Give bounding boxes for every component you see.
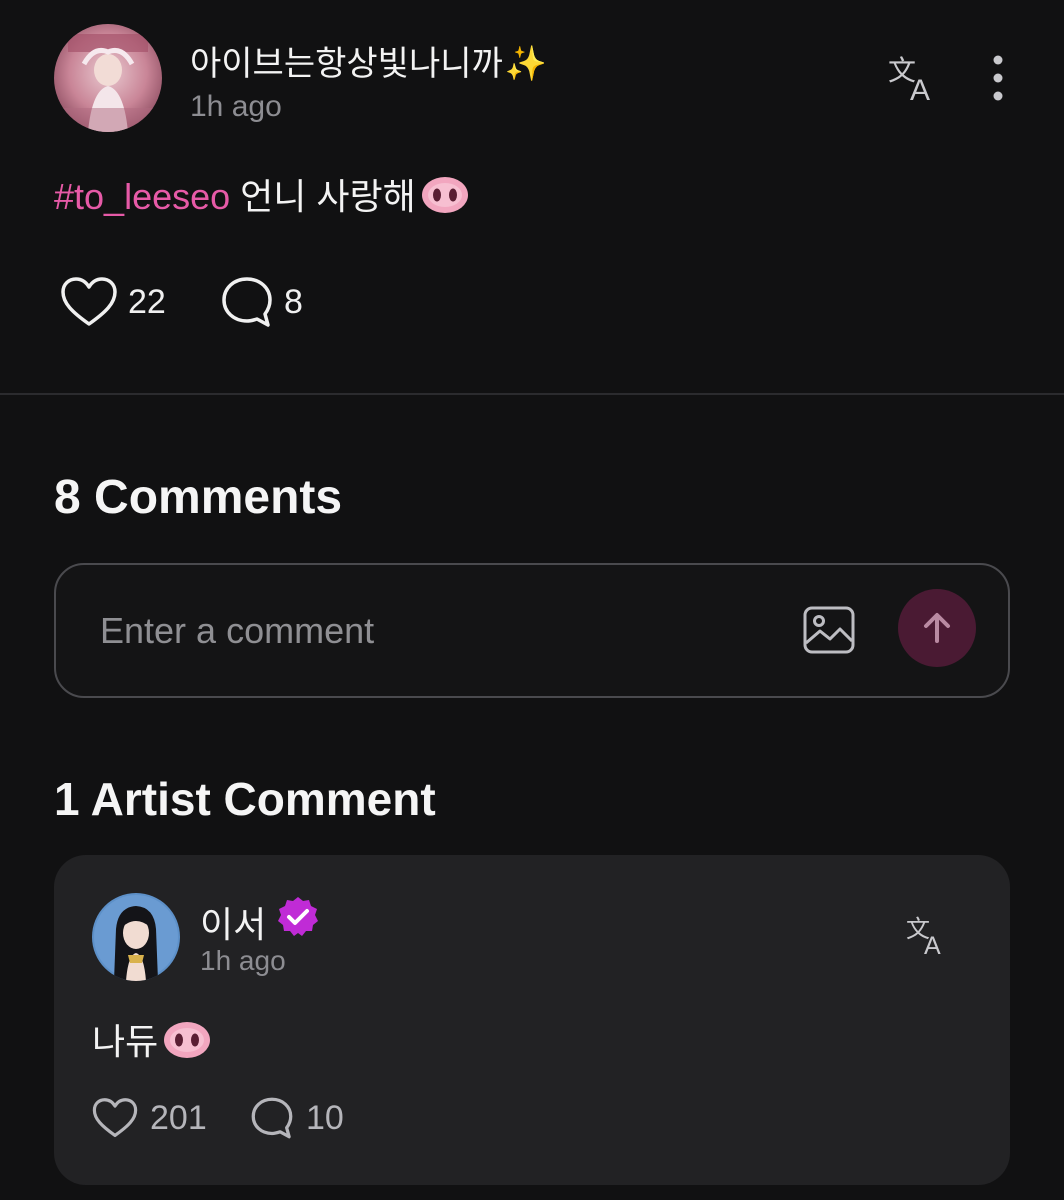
hashtag-link[interactable]: #to_leeseo [54,176,230,217]
post-body: #to_leeseo 언니 사랑해 [54,168,470,224]
heart-icon [61,277,117,326]
artist-name: 이서 [200,903,267,945]
image-icon [803,606,855,654]
post-author-name[interactable]: 아이브는항상빛나니까✨ [190,36,547,85]
heart-icon [92,1098,138,1138]
artist-comment-card[interactable]: 이서 1h ago 文 A 나듀 201 10 [54,855,1010,1185]
artist-name-row[interactable]: 이서 [200,895,320,948]
artist-comment-timestamp: 1h ago [200,945,286,976]
pig-nose-emoji [420,175,470,224]
post-timestamp: 1h ago [190,90,282,123]
post-detail-screen: 아이브는항상빛나니까✨ 1h ago 文 A #to_leeseo 언니 사랑해 [0,0,1064,1200]
artist-comments-heading: 1 Artist Comment [54,773,436,825]
comment-button[interactable]: 8 [220,272,303,332]
translate-icon: 文 A [888,54,930,107]
section-divider [0,393,1064,395]
like-count: 22 [128,282,166,321]
comments-heading: 8 Comments [54,471,343,524]
post-author-name-text: 아이브는항상빛나니까 [190,45,503,83]
artist-like-count: 201 [150,1098,207,1137]
verified-badge-icon [276,895,320,948]
svg-text:A: A [924,932,941,957]
comment-count: 8 [284,282,303,321]
comment-input[interactable] [100,603,780,659]
translate-button[interactable]: 文 A [888,52,944,107]
speech-bubble-icon [251,1097,293,1139]
translate-icon: 文 A [906,915,941,960]
artist-comment-body: 나듀 [92,1013,212,1069]
artist-comment-text: 나듀 [92,1021,159,1062]
post-header: 아이브는항상빛나니까✨ 1h ago 文 A [54,24,1010,134]
artist-translate-button[interactable]: 文 A [906,913,952,960]
svg-text:A: A [910,74,930,104]
speech-bubble-icon [222,277,272,327]
more-vertical-icon [993,55,1003,101]
comment-composer [54,563,1010,698]
post-text: 언니 사랑해 [240,176,416,217]
post-author-avatar[interactable] [54,24,162,132]
more-options-button[interactable] [986,54,1010,102]
like-button[interactable]: 22 [60,272,166,332]
artist-like-button[interactable]: 201 [92,1091,207,1145]
sparkles-emoji: ✨ [504,45,548,83]
artist-avatar[interactable] [92,893,180,981]
artist-reply-button[interactable]: 10 [250,1091,344,1145]
pig-nose-emoji [162,1020,212,1069]
attach-image-button[interactable] [802,603,856,657]
arrow-up-icon [924,613,950,643]
artist-reply-count: 10 [306,1098,344,1137]
send-comment-button[interactable] [898,589,976,667]
